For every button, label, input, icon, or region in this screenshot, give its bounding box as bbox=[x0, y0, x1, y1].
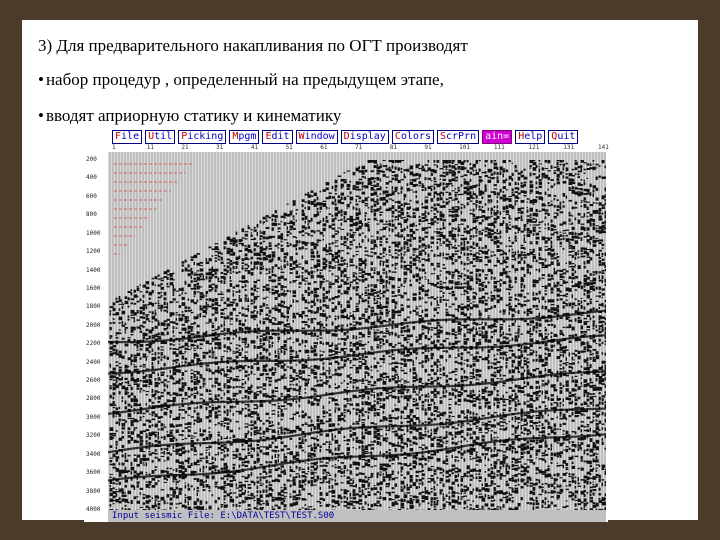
menu-item[interactable]: Quit bbox=[548, 130, 579, 144]
menu-bar: File Util Picking Mpgm Edit Window Display Colo… bbox=[112, 130, 579, 144]
time-tick-label: 2800 bbox=[86, 395, 101, 403]
menu-item[interactable]: Display bbox=[340, 130, 389, 144]
menu-label: ile bbox=[121, 131, 140, 142]
time-tick-label: 200 bbox=[86, 156, 97, 163]
menu-item[interactable]: Help bbox=[515, 130, 546, 144]
menu-item[interactable]: Mpgm bbox=[229, 130, 260, 144]
time-tick-label: 3600 bbox=[86, 469, 101, 477]
menu-label: isplay bbox=[349, 131, 386, 142]
bullet-text: набор процедур , определенный на предыду… bbox=[45, 70, 444, 89]
trace-tick-label: 81 bbox=[389, 144, 397, 151]
menu-item[interactable]: Picking bbox=[178, 130, 227, 144]
trace-tick-label: 101 bbox=[459, 144, 470, 151]
time-tick-label: 2200 bbox=[86, 340, 101, 348]
trace-tick-label: 61 bbox=[320, 144, 328, 151]
time-tick-label: 400 bbox=[86, 174, 97, 182]
time-tick-label: 2600 bbox=[86, 377, 101, 385]
time-tick-label: 3800 bbox=[86, 487, 101, 495]
bullet-item: • набор процедур , определенный на предыд… bbox=[38, 70, 444, 90]
time-tick-label: 1800 bbox=[86, 303, 101, 311]
status-bar: Input seismic File: E:\DATA\TEST\TEST.S0… bbox=[108, 510, 606, 522]
trace-tick-label: 131 bbox=[563, 144, 575, 151]
menu-item[interactable]: Edit bbox=[262, 130, 293, 144]
time-tick-label: 2400 bbox=[86, 358, 101, 366]
time-tick-label: 1000 bbox=[86, 229, 101, 237]
time-tick-label: 1200 bbox=[86, 248, 101, 256]
trace-tick-label: 51 bbox=[285, 144, 293, 151]
menu-label: icking bbox=[187, 131, 224, 142]
time-tick-label: 800 bbox=[86, 211, 97, 219]
menu-label: elp bbox=[524, 131, 543, 142]
menu-label: til bbox=[154, 131, 173, 142]
time-tick-label: 3400 bbox=[86, 450, 101, 458]
seismic-app-window: File Util Picking Mpgm Edit Window Display Colo… bbox=[84, 130, 609, 522]
trace-tick-label: 111 bbox=[493, 144, 505, 151]
bullet-text: вводят априорную статику и кинематику bbox=[45, 106, 342, 125]
trace-tick-label: 91 bbox=[424, 144, 432, 151]
bullet-item: • вводят априорную статику и кинематику bbox=[38, 106, 341, 126]
menu-item[interactable]: Window bbox=[295, 130, 338, 144]
trace-tick-label: 11 bbox=[146, 144, 154, 151]
menu-label: olors bbox=[400, 131, 431, 142]
trace-tick-label: 141 bbox=[598, 144, 609, 151]
trace-tick-label: 21 bbox=[181, 144, 189, 151]
time-tick-label: 1400 bbox=[86, 266, 101, 274]
slide: 3) Для предварительного накапливания по … bbox=[0, 0, 720, 540]
menu-label: ain= bbox=[485, 131, 510, 142]
menu-label: crPrn bbox=[446, 131, 477, 142]
time-tick-label: 3200 bbox=[86, 432, 101, 440]
bullet-icon: • bbox=[38, 106, 44, 125]
menu-item[interactable]: Util bbox=[145, 130, 176, 144]
time-tick-label: 600 bbox=[86, 192, 97, 200]
time-tick-label: 3000 bbox=[86, 413, 101, 421]
menu-label: dit bbox=[271, 131, 290, 142]
menu-item[interactable]: ScrPrn bbox=[436, 130, 480, 144]
menu-item[interactable]: Colors bbox=[391, 130, 434, 144]
trace-tick-label: 71 bbox=[355, 144, 363, 151]
trace-tick-label: 1 bbox=[112, 144, 116, 151]
seismic-section-display[interactable] bbox=[108, 152, 606, 510]
menu-item[interactable]: ain= bbox=[482, 130, 513, 144]
slide-heading: 3) Для предварительного накапливания по … bbox=[38, 36, 468, 55]
trace-tick-label: 41 bbox=[250, 144, 259, 151]
time-axis: 200 400 600 800 1000 1200 1400 1600 1800 2000 2200… bbox=[84, 154, 108, 513]
bullet-icon: • bbox=[38, 70, 44, 89]
time-tick-label: 4000 bbox=[86, 506, 101, 513]
time-tick-label: 2000 bbox=[86, 321, 101, 329]
menu-label: pgm bbox=[238, 131, 257, 142]
menu-label: indow bbox=[304, 131, 335, 142]
menu-item[interactable]: File bbox=[112, 130, 143, 144]
trace-tick-label: 31 bbox=[216, 144, 224, 151]
trace-tick-label: 121 bbox=[528, 144, 540, 151]
time-tick-label: 1600 bbox=[86, 284, 101, 292]
menu-label: uit bbox=[557, 131, 576, 142]
